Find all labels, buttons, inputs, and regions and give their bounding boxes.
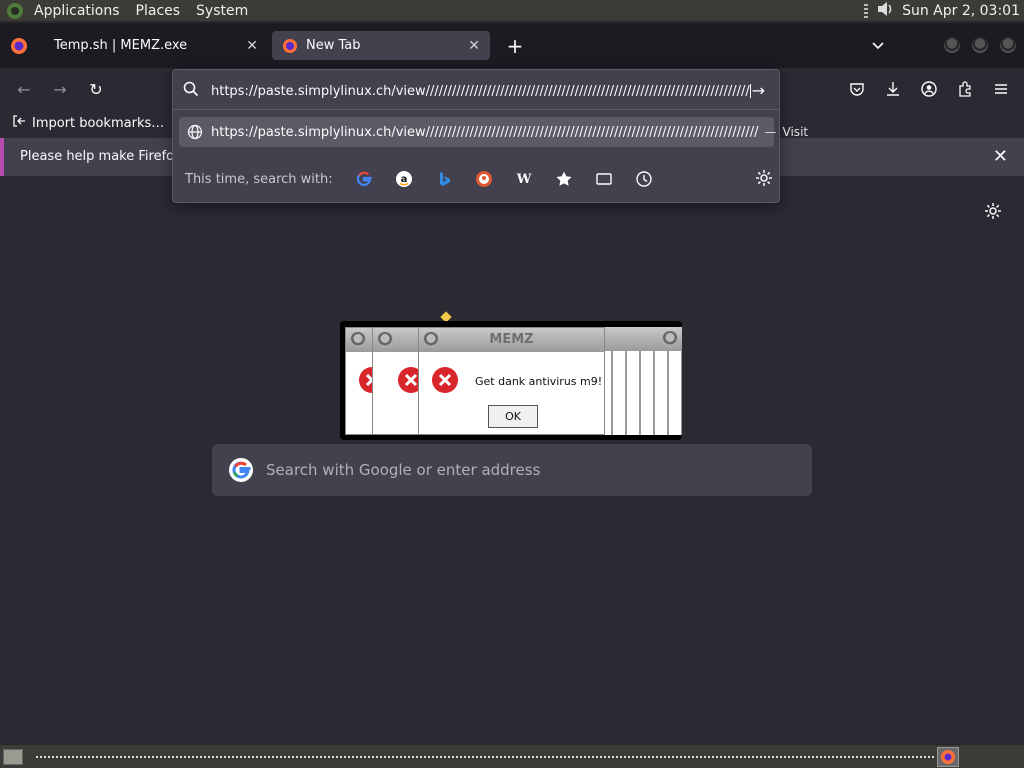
taskbar-handle [36,756,936,758]
bottom-panel [0,744,1024,768]
window-bolt-icon [423,332,439,348]
close-icon[interactable]: ✕ [993,146,1008,167]
pocket-icon[interactable] [848,80,866,98]
suggestion-action: Visit [782,125,809,139]
firefox-view-icon[interactable] [10,37,28,55]
forward-arrow-icon[interactable]: → [50,80,70,100]
import-bookmarks-link[interactable]: Import bookmarks… [32,116,164,131]
menu-icon[interactable] [992,80,1010,98]
close-icon[interactable]: ✕ [468,38,480,54]
maximize-button[interactable] [972,37,988,53]
urlbar[interactable]: https://paste.simplylinux.ch/view///////… [183,78,771,104]
back-arrow-icon[interactable]: ← [14,80,34,100]
svg-text:a: a [400,174,407,185]
import-bookmarks-icon [12,114,26,132]
gear-icon[interactable] [755,169,773,191]
globe-icon [187,124,203,140]
memz-dialog-front[interactable]: MEMZ Get dank antivirus m9! OK [418,327,605,435]
extensions-icon[interactable] [956,80,974,98]
top-panel: Applications Places System Sun Apr 2, 03… [0,0,1024,22]
panel-handle [864,4,869,18]
show-desktop-icon[interactable] [3,749,23,765]
system-menu[interactable]: System [188,3,256,19]
search-box[interactable] [212,444,812,496]
account-icon[interactable] [920,80,938,98]
bing-icon[interactable] [433,168,455,190]
minimize-button[interactable] [944,37,960,53]
tab-new-tab[interactable]: New Tab ✕ [272,31,490,60]
one-off-search-row: This time, search with: a W [185,167,773,191]
bookmarks-icon[interactable] [553,168,575,190]
url-input-text: https://paste.simplylinux.ch/view///////… [211,83,750,99]
search-with-label: This time, search with: [185,171,333,187]
volume-icon[interactable] [876,0,894,22]
tabs-icon[interactable] [593,168,615,190]
duckduckgo-icon[interactable] [473,168,495,190]
search-input[interactable] [266,461,786,479]
memz-dialog-stack: z. MEMZ Get dank antivirus m9! OK [340,321,682,440]
google-icon [228,457,254,483]
clock[interactable]: Sun Apr 2, 03:01 [902,3,1020,19]
url-suggestion-row[interactable]: https://paste.simplylinux.ch/view///////… [179,117,808,147]
go-arrow-icon[interactable]: → [752,81,765,100]
wikipedia-icon[interactable]: W [513,168,535,190]
search-icon [183,81,201,101]
memz-title: MEMZ [419,328,604,352]
gear-icon[interactable] [984,202,1002,224]
new-tab-button[interactable]: + [503,35,527,57]
firefox-taskbar-icon[interactable] [937,747,959,767]
suggestion-separator: — [764,125,777,139]
tab-temp-sh[interactable]: Temp.sh | MEMZ.exe ✕ [44,31,268,60]
reload-icon[interactable]: ↻ [86,80,106,100]
window-close-button[interactable] [1000,37,1016,53]
chevron-down-icon[interactable] [870,37,886,57]
firefox-icon [282,38,298,54]
new-tab-page [0,176,1024,744]
url-input[interactable]: https://paste.simplylinux.ch/view///////… [211,84,751,99]
suggestion-url: https://paste.simplylinux.ch/view///////… [211,124,759,140]
places-menu[interactable]: Places [128,3,189,19]
tab-title: New Tab [306,38,361,53]
gnome-foot-icon[interactable] [4,0,26,22]
error-icon [431,366,459,394]
google-icon[interactable] [353,168,375,190]
tab-strip: Temp.sh | MEMZ.exe ✕ New Tab ✕ + [0,23,1024,68]
history-icon[interactable] [633,168,655,190]
stacked-window-edges [605,351,682,435]
applications-menu[interactable]: Applications [26,3,128,19]
memz-message: Get dank antivirus m9! [475,375,603,388]
svg-text:W: W [515,172,531,187]
window-bolt-icon [350,332,366,348]
window-bolt-icon [662,331,678,347]
urlbar-dropdown: https://paste.simplylinux.ch/view///////… [172,69,808,203]
downloads-icon[interactable] [884,80,902,98]
close-icon[interactable]: ✕ [246,38,258,54]
divider [173,109,779,110]
amazon-icon[interactable]: a [393,168,415,190]
notification-text: Please help make Firefox [20,149,182,164]
tab-title: Temp.sh | MEMZ.exe [54,38,188,53]
ok-button[interactable]: OK [488,405,538,428]
